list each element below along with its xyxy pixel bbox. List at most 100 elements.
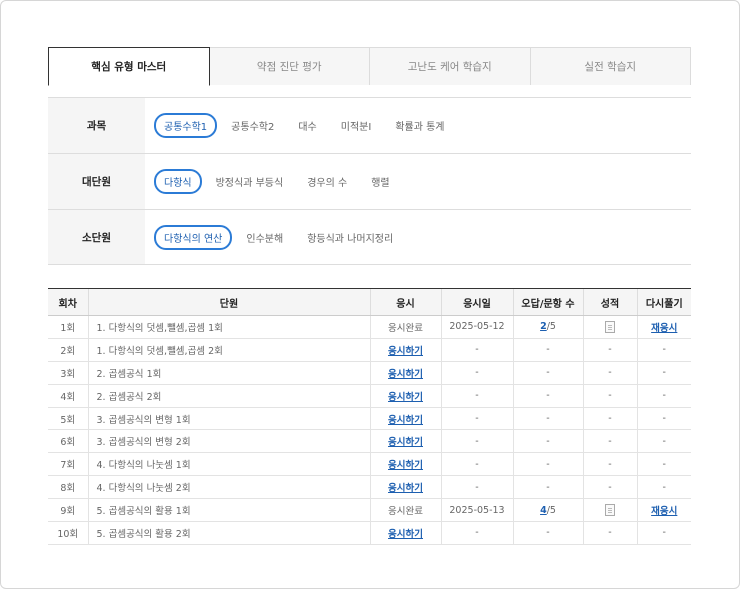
wrong-count-cell: - — [512, 384, 583, 408]
take-test-link[interactable]: 응시하기 — [388, 437, 423, 448]
column-header: 회차 — [48, 288, 88, 316]
wrong-answer-link[interactable]: 2 — [540, 321, 547, 332]
score-cell: - — [582, 338, 637, 362]
date-cell: - — [440, 475, 513, 500]
unit-cell: 4. 다항식의 나눗셈 1회 — [87, 452, 370, 477]
subject-option[interactable]: 대수 — [288, 113, 326, 138]
date-cell: - — [440, 521, 513, 545]
minor-unit-option[interactable]: 항등식과 나머지정리 — [297, 225, 403, 250]
score-cell: - — [582, 361, 637, 385]
unit-cell: 1. 다항식의 덧셈,뺄셈,곱셈 2회 — [87, 338, 370, 362]
status-text: 응시완료 — [388, 506, 423, 518]
wrong-answer-link[interactable]: 4 — [540, 505, 547, 516]
score-cell — [582, 315, 637, 339]
take-test-link[interactable]: 응시하기 — [388, 392, 423, 403]
wrong-count-cell: - — [512, 452, 583, 477]
subject-filter-label: 과목 — [48, 98, 145, 153]
round-cell: 8회 — [48, 475, 88, 500]
table-row: 5회 3. 곱셈공식의 변형 1회 응시하기 - - - - — [48, 407, 691, 431]
status-cell: 응시하기 — [369, 361, 441, 385]
take-test-link[interactable]: 응시하기 — [388, 529, 423, 540]
unit-cell: 5. 곱셈공식의 활용 1회 — [87, 498, 370, 523]
major-unit-option[interactable]: 행렬 — [361, 169, 399, 194]
major-unit-option[interactable]: 경우의 수 — [297, 169, 357, 194]
status-cell: 응시하기 — [369, 407, 441, 431]
date-cell: - — [440, 429, 513, 454]
retake-link[interactable]: 재응시 — [651, 506, 677, 517]
retry-cell: - — [636, 338, 691, 362]
round-cell: 9회 — [48, 498, 88, 523]
round-cell: 4회 — [48, 384, 88, 408]
table-body: 1회 1. 다항식의 덧셈,뺄셈,곱셈 1회 응시완료 2025-05-12 2/5 재응… — [48, 315, 691, 545]
status-cell: 응시하기 — [369, 521, 441, 545]
test-history-table: 회차 단원 응시 응시일 오답/문항 수 성적 다시풀기 1회 1. 다항식의 덧셈,뺄셈,곱… — [48, 288, 691, 545]
column-header: 응시 — [369, 288, 441, 316]
retry-cell: 재응시 — [636, 498, 691, 523]
take-test-link[interactable]: 응시하기 — [388, 460, 423, 471]
subject-option[interactable]: 공통수학2 — [221, 113, 284, 138]
take-test-link[interactable]: 응시하기 — [388, 369, 423, 380]
score-cell: - — [582, 407, 637, 431]
date-cell: 2025-05-12 — [440, 315, 513, 339]
score-cell: - — [582, 475, 637, 500]
column-header: 응시일 — [440, 288, 513, 316]
retry-cell: - — [636, 521, 691, 545]
retry-cell: - — [636, 407, 691, 431]
table-row: 7회 4. 다항식의 나눗셈 1회 응시하기 - - - - — [48, 452, 691, 477]
retry-cell: - — [636, 429, 691, 454]
table-header-row: 회차 단원 응시 응시일 오답/문항 수 성적 다시풀기 — [48, 288, 691, 316]
total-questions: /5 — [546, 321, 556, 333]
subject-filter-row: 과목 공통수학1 공통수학2 대수 미적분Ⅰ 확률과 통계 — [48, 98, 691, 154]
take-test-link[interactable]: 응시하기 — [388, 346, 423, 357]
minor-unit-filter-row: 소단원 다항식의 연산 인수분해 항등식과 나머지정리 — [48, 210, 691, 265]
take-test-link[interactable]: 응시하기 — [388, 483, 423, 494]
status-cell: 응시완료 — [369, 315, 441, 339]
report-icon[interactable] — [605, 504, 615, 517]
score-cell — [582, 498, 637, 523]
round-cell: 10회 — [48, 521, 88, 545]
table-row: 4회 2. 곱셈공식 2회 응시하기 - - - - — [48, 384, 691, 408]
round-cell: 2회 — [48, 338, 88, 362]
tab-2[interactable]: 약점 진단 평가 — [209, 47, 370, 85]
take-test-link[interactable]: 응시하기 — [388, 415, 423, 426]
minor-unit-options: 다항식의 연산 인수분해 항등식과 나머지정리 — [145, 210, 691, 264]
round-cell: 7회 — [48, 452, 88, 477]
retry-cell: - — [636, 384, 691, 408]
tab-3[interactable]: 고난도 케어 학습지 — [370, 47, 531, 85]
retake-link[interactable]: 재응시 — [651, 323, 677, 334]
table-row: 10회 5. 곱셈공식의 활용 2회 응시하기 - - - - — [48, 521, 691, 545]
filter-panel: 과목 공통수학1 공통수학2 대수 미적분Ⅰ 확률과 통계 대단원 다항식 방정식과 부등… — [48, 97, 691, 265]
unit-cell: 4. 다항식의 나눗셈 2회 — [87, 475, 370, 500]
unit-cell: 2. 곱셈공식 2회 — [87, 384, 370, 408]
major-unit-option[interactable]: 방정식과 부등식 — [206, 169, 294, 194]
table-row: 6회 3. 곱셈공식의 변형 2회 응시하기 - - - - — [48, 429, 691, 454]
retry-cell: - — [636, 361, 691, 385]
unit-cell: 5. 곱셈공식의 활용 2회 — [87, 521, 370, 545]
round-cell: 6회 — [48, 429, 88, 454]
subject-option[interactable]: 공통수학1 — [154, 113, 218, 138]
wrong-count-cell: 2/5 — [512, 315, 583, 339]
minor-unit-option[interactable]: 다항식의 연산 — [154, 224, 233, 250]
status-text: 응시완료 — [388, 322, 423, 334]
total-questions: /5 — [546, 504, 556, 516]
tab-4[interactable]: 실전 학습지 — [530, 47, 691, 85]
report-icon[interactable] — [605, 320, 615, 333]
subject-option[interactable]: 미적분Ⅰ — [331, 113, 382, 138]
table-row: 1회 1. 다항식의 덧셈,뺄셈,곱셈 1회 응시완료 2025-05-12 2/5 재응… — [48, 315, 691, 339]
date-cell: - — [440, 452, 513, 477]
major-unit-filter-label: 대단원 — [48, 154, 145, 209]
status-cell: 응시완료 — [369, 498, 441, 523]
minor-unit-option[interactable]: 인수분해 — [236, 225, 293, 250]
unit-cell: 1. 다항식의 덧셈,뺄셈,곱셈 1회 — [87, 315, 370, 339]
unit-cell: 2. 곱셈공식 1회 — [87, 361, 370, 385]
round-cell: 3회 — [48, 361, 88, 385]
date-cell: - — [440, 338, 513, 362]
major-unit-option[interactable]: 다항식 — [154, 169, 202, 194]
table-row: 3회 2. 곱셈공식 1회 응시하기 - - - - — [48, 361, 691, 385]
content-frame: 핵심 유형 마스터 약점 진단 평가 고난도 케어 학습지 실전 학습지 과목 공통수… — [0, 0, 740, 589]
minor-unit-filter-label: 소단원 — [48, 210, 145, 264]
wrong-count-cell: - — [512, 429, 583, 454]
tab-1[interactable]: 핵심 유형 마스터 — [48, 47, 210, 86]
retry-cell: - — [636, 475, 691, 500]
subject-option[interactable]: 확률과 통계 — [385, 113, 454, 138]
